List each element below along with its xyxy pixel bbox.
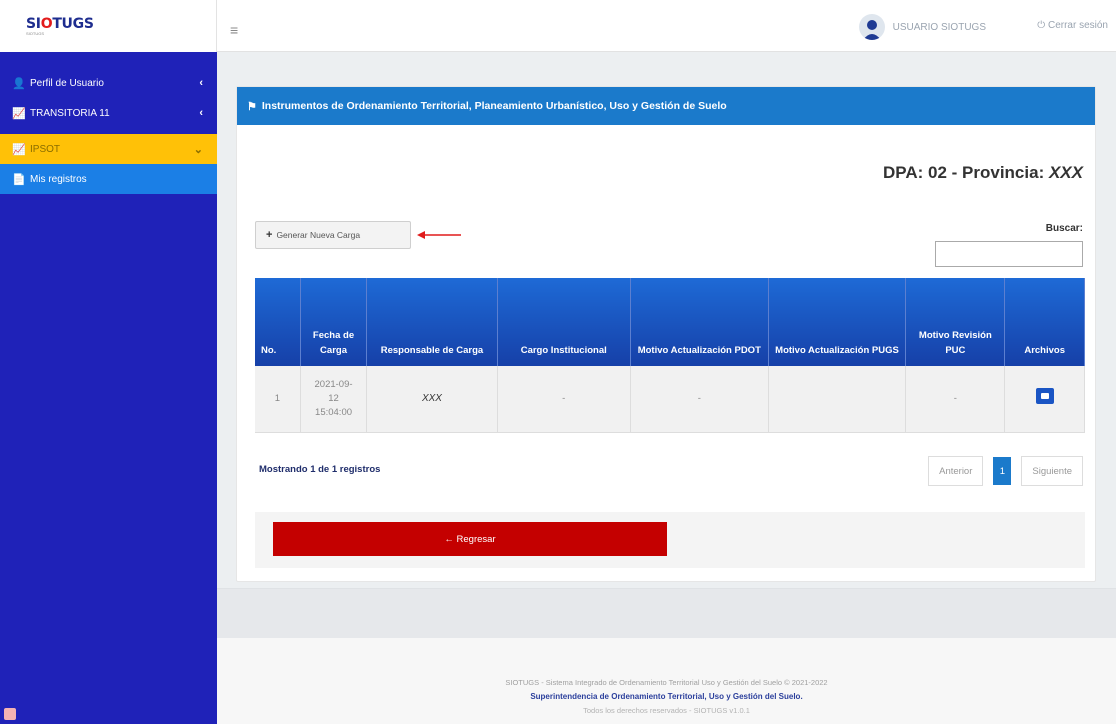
- dpa-heading: DPA: 02 - Provincia: XXX: [883, 163, 1083, 183]
- brand-logo[interactable]: SIOTUGS SIOTUGS: [0, 0, 217, 52]
- cell-archivos: [1004, 366, 1085, 433]
- cell-no: 1: [255, 366, 301, 433]
- chevron-down-icon: ⌄: [193, 143, 203, 156]
- cell-cargo: -: [497, 366, 631, 433]
- brand-name: SIOTUGS: [26, 16, 94, 32]
- next-page-button[interactable]: Siguiente: [1021, 456, 1083, 486]
- col-header-responsable[interactable]: Responsable de Carga: [366, 278, 498, 366]
- footer-rights-line: Todos los derechos reservados - SIOTUGS …: [583, 706, 750, 715]
- hamburger-menu-icon[interactable]: ≡: [230, 22, 238, 38]
- card-footer: ← Regresar: [255, 512, 1085, 568]
- sidebar-item-label: TRANSITORIA 11: [30, 107, 110, 119]
- user-name: USUARIO SIOTUGS: [892, 21, 986, 33]
- card-header: ⚑ Instrumentos de Ordenamiento Territori…: [237, 87, 1095, 125]
- col-header-cargo[interactable]: Cargo Institucional: [497, 278, 631, 366]
- col-header-fecha[interactable]: Fecha de Carga: [300, 278, 368, 366]
- col-header-puc[interactable]: Motivo Revisión PUC: [905, 278, 1006, 366]
- records-table: No. Fecha de Carga Responsable de Carga …: [255, 278, 1085, 433]
- dpa-province: XXX: [1048, 163, 1083, 182]
- search-input[interactable]: [935, 241, 1083, 267]
- col-header-archivos[interactable]: Archivos: [1004, 278, 1085, 366]
- corner-app-icon[interactable]: [4, 708, 16, 720]
- dpa-label: DPA: 02 - Provincia:: [883, 163, 1045, 182]
- sidebar-item-label: Perfil de Usuario: [30, 77, 104, 89]
- sidebar-item-perfil[interactable]: 👤 Perfil de Usuario ‹: [0, 68, 217, 98]
- topbar: ≡ USUARIO SIOTUGS ⏻ Cerrar sesión: [217, 0, 1116, 52]
- search-label: Buscar:: [1045, 223, 1083, 234]
- table-header-row: No. Fecha de Carga Responsable de Carga …: [255, 278, 1085, 366]
- records-count: Mostrando 1 de 1 registros: [259, 464, 381, 475]
- footer-system-line: SIOTUGS - Sistema Integrado de Ordenamie…: [505, 678, 828, 687]
- cell-puc: -: [905, 366, 1006, 433]
- cell-responsable: XXX: [366, 366, 498, 433]
- chart-icon: 📈: [12, 143, 26, 156]
- page-footer: SIOTUGS - Sistema Integrado de Ordenamie…: [217, 638, 1116, 724]
- chevron-left-icon: ‹: [199, 107, 203, 119]
- user-icon: 👤: [12, 77, 26, 90]
- sidebar-nav: 👤 Perfil de Usuario ‹ 📈 TRANSITORIA 11 ‹…: [0, 52, 217, 194]
- cell-pugs: [768, 366, 907, 433]
- sidebar-item-transitoria[interactable]: 📈 TRANSITORIA 11 ‹: [0, 98, 217, 128]
- sidebar: SIOTUGS SIOTUGS 👤 Perfil de Usuario ‹ 📈 …: [0, 0, 217, 724]
- flag-icon: ⚑: [247, 100, 257, 113]
- red-arrow-annotation: [417, 231, 461, 239]
- power-icon: ⏻: [1037, 20, 1046, 31]
- col-header-no[interactable]: No.: [255, 278, 301, 366]
- table-row: 1 2021-09- 12 15:04:00 XXX - - -: [255, 366, 1085, 433]
- avatar: [858, 14, 885, 40]
- records-card: ⚑ Instrumentos de Ordenamiento Territori…: [236, 86, 1096, 582]
- fecha-day: 12: [328, 392, 339, 404]
- back-button[interactable]: ← Regresar: [273, 522, 667, 556]
- content-bottom-band: [217, 588, 1116, 638]
- generate-new-upload-button[interactable]: + Generar Nueva Carga: [255, 221, 411, 249]
- footer-institution-line: Superintendencia de Ordenamiento Territo…: [530, 692, 803, 701]
- fecha-date: 2021-09-: [314, 378, 353, 390]
- page-1-button[interactable]: 1: [993, 457, 1012, 485]
- chart-icon: 📈: [12, 107, 26, 120]
- logout-link[interactable]: ⏻ Cerrar sesión: [1037, 20, 1108, 31]
- logout-label: Cerrar sesión: [1047, 20, 1108, 31]
- file-icon: 📄: [12, 173, 26, 186]
- sidebar-item-label: IPSOT: [30, 143, 61, 155]
- card-title: Instrumentos de Ordenamiento Territorial…: [261, 100, 727, 112]
- sidebar-item-ipsot[interactable]: 📈 IPSOT ⌄: [0, 134, 217, 164]
- folder-icon[interactable]: [1035, 388, 1054, 405]
- col-header-pugs[interactable]: Motivo Actualización PUGS: [768, 278, 907, 366]
- fecha-time: 15:04:00: [315, 406, 353, 418]
- cell-fecha: 2021-09- 12 15:04:00: [300, 366, 368, 433]
- prev-page-button[interactable]: Anterior: [928, 456, 984, 486]
- cell-pdot: -: [630, 366, 769, 433]
- back-button-label: Regresar: [456, 533, 496, 545]
- sidebar-item-mis-registros[interactable]: 📄 Mis registros: [0, 164, 217, 194]
- pagination: Anterior 1 Siguiente: [928, 456, 1083, 486]
- plus-icon: +: [266, 229, 273, 241]
- col-header-pdot[interactable]: Motivo Actualización PDOT: [630, 278, 769, 366]
- arrow-left-icon: ←: [444, 533, 457, 545]
- chevron-left-icon: ‹: [199, 77, 203, 89]
- generate-button-label: Generar Nueva Carga: [276, 230, 361, 240]
- user-menu[interactable]: USUARIO SIOTUGS: [858, 14, 986, 40]
- sidebar-item-label: Mis registros: [30, 173, 87, 185]
